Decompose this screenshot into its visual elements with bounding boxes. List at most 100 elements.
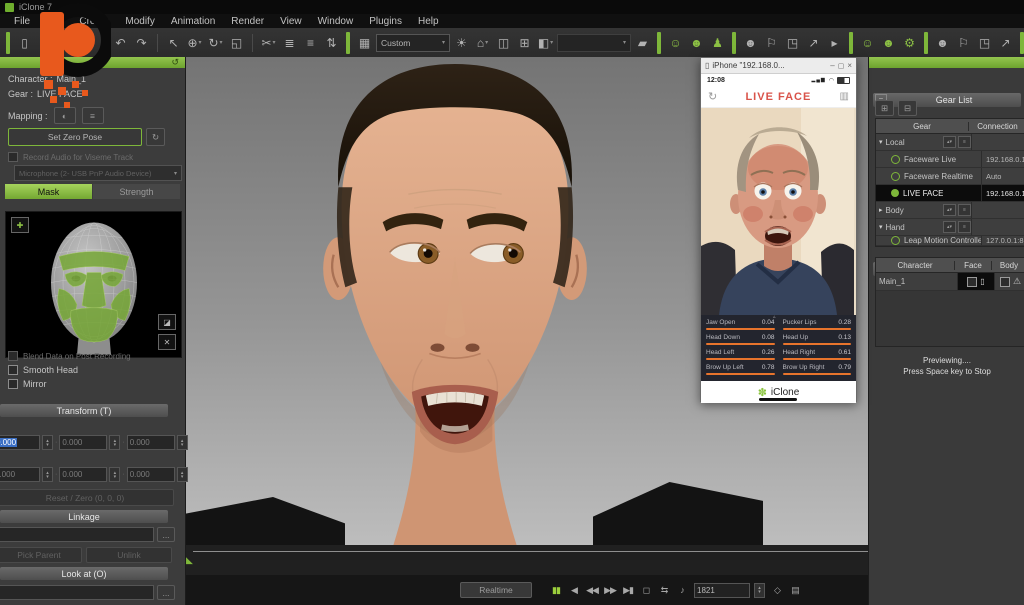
prop-morph-icon[interactable]: ☻ xyxy=(879,33,898,53)
mapping-list-button[interactable]: ≡ xyxy=(82,107,104,124)
frame-number-field[interactable]: 1821 xyxy=(694,583,750,598)
menu-window[interactable]: Window xyxy=(310,16,362,27)
record-audio-checkbox[interactable] xyxy=(8,152,18,162)
rotate-y-field[interactable]: 0.000 xyxy=(59,467,107,482)
maximize-icon[interactable]: ▢ xyxy=(838,62,845,70)
fullscreen-icon[interactable]: ◧▾ xyxy=(536,33,555,53)
menu-file[interactable]: File xyxy=(6,16,38,27)
look-at-browse-button[interactable]: ... xyxy=(157,585,175,600)
detach-icon[interactable]: ✂▾ xyxy=(259,33,278,53)
home-view-icon[interactable]: ⌂▾ xyxy=(473,33,492,53)
gear-row-faceware-live[interactable]: Faceware Live 192.168.0.12:802 xyxy=(876,151,1024,168)
smooth-head-checkbox[interactable] xyxy=(8,365,18,375)
mask-load-button[interactable]: ◪ xyxy=(158,314,176,330)
mask-pan-icon[interactable]: ✚ xyxy=(11,217,29,233)
resolution-select[interactable]: ▾ xyxy=(557,34,631,52)
reach-target-icon[interactable]: ⚐ xyxy=(762,33,781,53)
transform-x-spinner[interactable]: ▴▾ xyxy=(42,435,53,450)
linkage-browse-button[interactable]: ... xyxy=(157,527,175,542)
rotate-x-field[interactable]: 0.000 xyxy=(0,467,40,482)
gear-row-faceware-realtime[interactable]: Faceware Realtime Auto xyxy=(876,168,1024,185)
pick-parent-button[interactable]: Pick Parent xyxy=(0,547,82,563)
brightness-icon[interactable]: ☀ xyxy=(452,33,471,53)
set-zero-pose-button[interactable]: Set Zero Pose xyxy=(8,128,142,146)
live-face-phone-window[interactable]: ▯ iPhone "192.168.0... – ▢ × 12:08 ▂▄▆ ◠… xyxy=(700,57,857,402)
previous-frame-button[interactable]: ◀◀ xyxy=(584,582,600,598)
rotate-z-field[interactable]: 0.000 xyxy=(127,467,175,482)
redo-icon[interactable]: ↷ xyxy=(132,33,151,53)
menu-view[interactable]: View xyxy=(272,16,310,27)
gear-row-hand[interactable]: ▾Hand ▴▾≡ xyxy=(876,219,1024,236)
transform-y-field[interactable]: 0.000 xyxy=(59,435,107,450)
new-project-icon[interactable]: ▯ xyxy=(15,33,34,53)
help-book-icon[interactable]: ▥ xyxy=(840,91,849,102)
camcorder-icon[interactable]: ▰ xyxy=(633,33,652,53)
close-icon[interactable]: × xyxy=(847,61,852,70)
camera-view-icon[interactable]: ◫ xyxy=(494,33,513,53)
loop-button[interactable]: ⇆ xyxy=(656,582,672,598)
gear-row-body[interactable]: ▸Body ▴▾≡ xyxy=(876,202,1024,219)
align-list-icon[interactable]: ≡ xyxy=(301,33,320,53)
transform-section-header[interactable]: Transform (T) xyxy=(0,404,168,417)
reset-pose-button[interactable]: ↻ xyxy=(146,128,165,146)
transform-y-spinner[interactable]: ▴▾ xyxy=(109,435,120,450)
pause-button[interactable]: ▮▮ xyxy=(548,582,564,598)
linkage-section-header[interactable]: Linkage xyxy=(0,510,168,523)
look-at-target-field[interactable] xyxy=(0,585,154,600)
menu-render[interactable]: Render xyxy=(223,16,272,27)
gear-reorder-up-icon[interactable]: ▴▾ xyxy=(943,221,956,233)
screen-layout-icon[interactable]: ▦ xyxy=(355,33,374,53)
gear-options-icon[interactable]: ≡ xyxy=(958,221,971,233)
microphone-select[interactable]: Microphone (2- USB PnP Audio Device) ▾ xyxy=(14,165,182,181)
phone-window-titlebar[interactable]: ▯ iPhone "192.168.0... – ▢ × xyxy=(701,58,856,74)
prop-flag-icon[interactable]: ⚐ xyxy=(954,33,973,53)
curve-icon[interactable]: ↗ xyxy=(996,33,1015,53)
reset-transform-button[interactable]: Reset / Zero (0, 0, 0) xyxy=(0,489,174,506)
physics-icon[interactable]: ⚙ xyxy=(900,33,919,53)
realtime-button[interactable]: Realtime xyxy=(460,582,532,598)
grid-toggle-icon[interactable]: ⊞ xyxy=(515,33,534,53)
last-frame-button[interactable]: ▶▮ xyxy=(620,582,636,598)
transform-z-field[interactable]: 0.000 xyxy=(127,435,175,450)
unlink-button[interactable]: Unlink xyxy=(86,547,172,563)
select-tool-icon[interactable]: ↖ xyxy=(164,33,183,53)
gizmo-icon[interactable]: ⇅ xyxy=(322,33,341,53)
mask-delete-button[interactable]: ✕ xyxy=(158,334,176,350)
menu-plugins[interactable]: Plugins xyxy=(361,16,410,27)
more-icon[interactable]: ▸ xyxy=(825,33,844,53)
menu-animation[interactable]: Animation xyxy=(163,16,223,27)
menu-edit[interactable]: Edit xyxy=(38,16,71,27)
render-button[interactable]: ▤ xyxy=(787,582,803,598)
refresh-icon[interactable]: ↻ xyxy=(708,90,717,103)
tab-mask[interactable]: Mask xyxy=(5,184,92,199)
record-button[interactable]: ◇ xyxy=(769,582,785,598)
remove-gear-button[interactable]: ⊟ xyxy=(898,100,917,116)
rotate-tool-icon[interactable]: ↻▾ xyxy=(206,33,225,53)
linkage-target-field[interactable] xyxy=(0,527,154,542)
panel-collapse-icon[interactable]: ↺ xyxy=(171,57,179,68)
gear-row-leap-motion[interactable]: Leap Motion Controller 127.0.0.1:817 xyxy=(876,236,1024,246)
menu-create[interactable]: Create xyxy=(71,16,117,27)
face-enable-checkbox[interactable] xyxy=(967,277,977,287)
mirror-checkbox[interactable] xyxy=(8,379,18,389)
rotate-z-spinner[interactable]: ▴▾ xyxy=(177,467,188,482)
scale-tool-icon[interactable]: ◱ xyxy=(227,33,246,53)
gear-options-icon[interactable]: ≡ xyxy=(958,136,971,148)
add-gear-button[interactable]: ⊞ xyxy=(875,100,894,116)
face-mask-preview[interactable]: ✚ ◪ ✕ xyxy=(5,211,182,358)
gear-reorder-up-icon[interactable]: ▴▾ xyxy=(943,136,956,148)
blend-data-checkbox[interactable] xyxy=(8,351,18,361)
transform-x-field[interactable]: 0.000 xyxy=(0,435,40,450)
open-project-icon[interactable]: ▱ xyxy=(36,33,55,53)
tab-strength[interactable]: Strength xyxy=(93,184,180,199)
frame-spinner[interactable]: ▴▾ xyxy=(754,583,765,598)
stop-button[interactable]: ◻ xyxy=(638,582,654,598)
rotate-x-spinner[interactable]: ▴▾ xyxy=(42,467,53,482)
gear-options-icon[interactable]: ≡ xyxy=(958,204,971,216)
audio-button[interactable]: ♪ xyxy=(674,582,690,598)
character-row-main-1[interactable]: Main_1 ▯ ⚠ xyxy=(876,273,1024,291)
menu-help[interactable]: Help xyxy=(410,16,447,27)
gear-row-local[interactable]: ▾Local ▴▾≡ xyxy=(876,134,1024,151)
rotate-y-spinner[interactable]: ▴▾ xyxy=(109,467,120,482)
minimize-icon[interactable]: – xyxy=(830,61,834,70)
